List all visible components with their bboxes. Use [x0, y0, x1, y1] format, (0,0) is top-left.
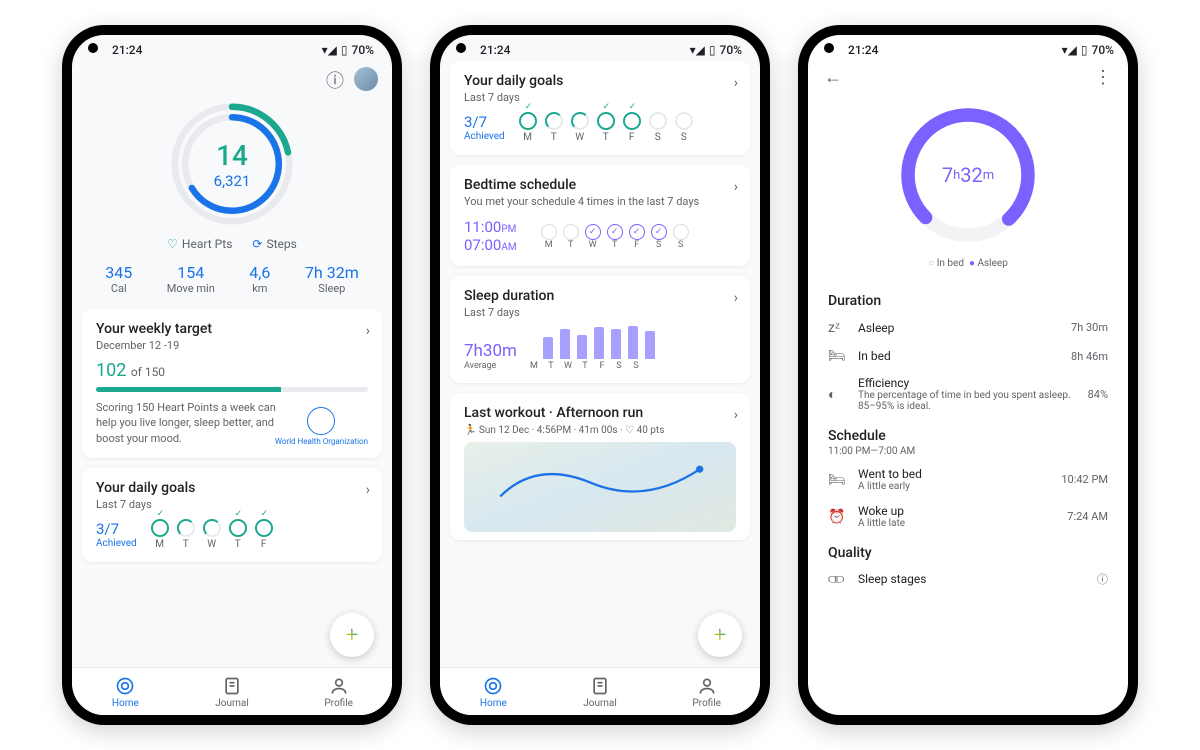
back-button[interactable]: ←: [824, 67, 842, 88]
daily-goals-card[interactable]: Your daily goals Last 7 days › 3/7Achiev…: [82, 468, 382, 562]
sleep-icon: zᶻ: [828, 319, 846, 336]
last-workout-card[interactable]: Last workout · Afternoon run› 🏃 Sun 12 D…: [450, 393, 750, 540]
sleep-duration-card[interactable]: Sleep durationLast 7 days› 7h30mAverage …: [450, 276, 750, 383]
who-logo: World Health Organization: [275, 407, 368, 446]
bedtime-card[interactable]: Bedtime scheduleYou met your schedule 4 …: [450, 165, 750, 266]
nav-journal[interactable]: Journal: [179, 668, 286, 715]
phone-home: 21:24 ▾◢▯70% ⓘ 14 6,321 ♡Heart Pts ⟳Step…: [62, 25, 402, 725]
fab-add-button[interactable]: +: [698, 613, 742, 657]
avatar[interactable]: [354, 67, 378, 91]
battery-icon: ▯: [341, 43, 348, 57]
chevron-right-icon: ›: [366, 323, 370, 339]
row-efficiency[interactable]: ◐EfficiencyThe percentage of time in bed…: [828, 370, 1108, 418]
bottom-nav: Home Journal Profile: [72, 667, 392, 715]
info-icon[interactable]: ⓘ: [326, 67, 344, 93]
workout-map: [464, 442, 736, 532]
activity-ring[interactable]: 14 6,321: [167, 99, 297, 229]
heart-points-value: 14: [216, 139, 248, 172]
row-asleep[interactable]: zᶻAsleep7h 30m: [828, 313, 1108, 342]
nav-profile[interactable]: Profile: [285, 668, 392, 715]
time: 21:24: [112, 43, 142, 57]
info-icon: ⓘ: [1097, 571, 1108, 587]
weekly-target-card[interactable]: Your weekly target December 12 -19 › 102…: [82, 309, 382, 458]
sleep-ring: 7h 32m: [893, 100, 1043, 250]
bed-icon: 🛏: [828, 348, 846, 364]
nav-home[interactable]: Home: [440, 668, 547, 715]
ring-legend: ♡Heart Pts ⟳Steps: [82, 237, 382, 251]
stages-icon: ⫏⫐: [828, 571, 846, 587]
steps-value: 6,321: [214, 172, 251, 190]
row-went-to-bed[interactable]: 🛏Went to bedA little early10:42 PM: [828, 461, 1108, 498]
alarm-icon: ⏰: [828, 509, 846, 525]
bed-icon: 🛏: [828, 472, 846, 488]
row-inbed[interactable]: 🛏In bed8h 46m: [828, 342, 1108, 370]
nav-profile[interactable]: Profile: [653, 668, 760, 715]
nav-home[interactable]: Home: [72, 668, 179, 715]
daily-goals-card-2[interactable]: Your daily goalsLast 7 days› 3/7Achieved…: [450, 61, 750, 155]
sleep-legend: ○ In bed ● Asleep: [808, 258, 1128, 269]
nav-journal[interactable]: Journal: [547, 668, 654, 715]
row-woke-up[interactable]: ⏰Woke upA little late7:24 AM: [828, 498, 1108, 535]
status-bar: 21:24 ▾◢▯70%: [72, 35, 392, 61]
efficiency-icon: ◐: [828, 386, 846, 403]
more-icon[interactable]: ⋮: [1094, 67, 1112, 88]
phone-sleep: 21:24▾◢▯70% ←⋮ 7h 32m ○ In bed ● Asleep …: [798, 25, 1138, 725]
metrics-row: 345Cal 154Move min 4,6km 7h 32mSleep: [82, 263, 382, 295]
fab-add-button[interactable]: +: [330, 613, 374, 657]
row-sleep-stages[interactable]: ⫏⫐Sleep stagesⓘ: [828, 565, 1108, 593]
phone-cards: 21:24▾◢▯70% Your daily goalsLast 7 days›…: [430, 25, 770, 725]
